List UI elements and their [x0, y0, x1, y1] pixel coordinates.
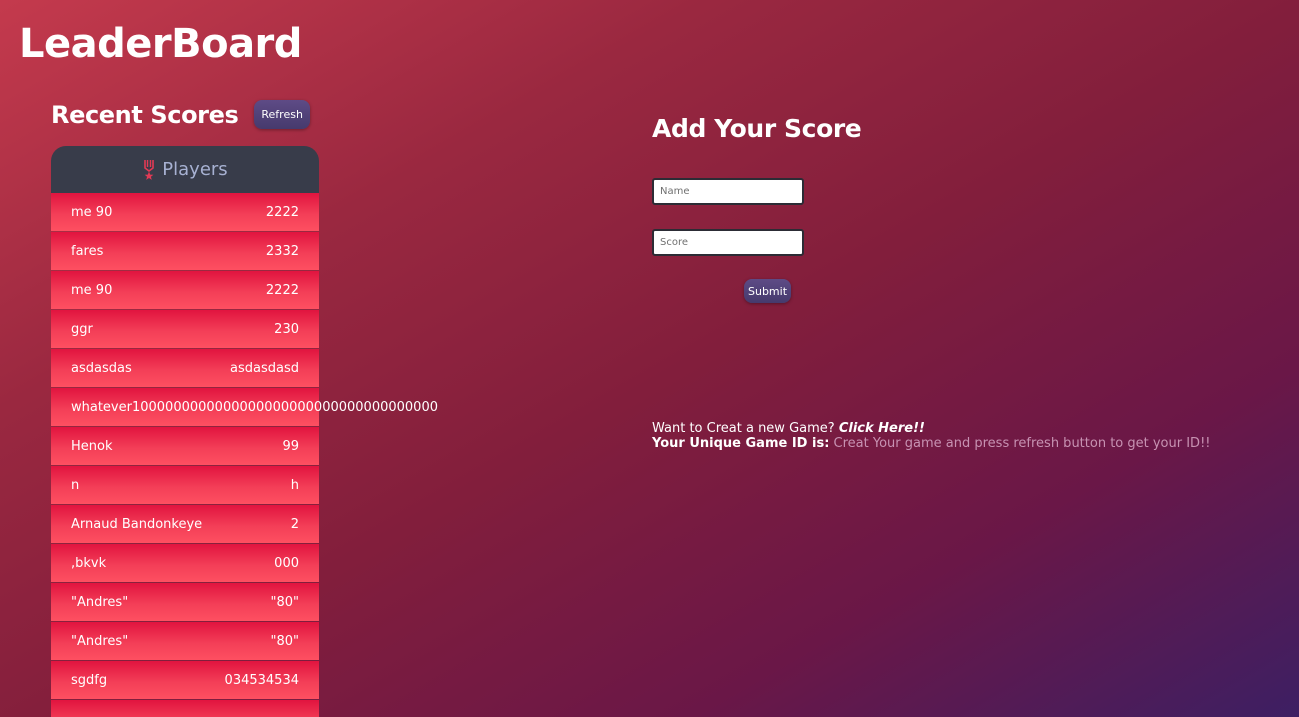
score-row: "Andres" "80": [51, 622, 319, 660]
new-game-text: Want to Creat a new Game?: [652, 421, 835, 436]
player-name: ,bkvk: [71, 555, 107, 571]
score-row: fares 2332: [51, 232, 319, 270]
name-input[interactable]: [652, 178, 804, 205]
player-score: 2: [290, 516, 299, 532]
player-name: ggr: [71, 321, 93, 337]
player-score: 2332: [265, 243, 299, 259]
player-score: asdasdasd: [230, 360, 299, 376]
game-id-line: Your Unique Game ID is: Creat Your game …: [652, 436, 1211, 451]
medal-icon: [144, 159, 155, 180]
score-rows: me 90 2222 fares 2332 me 90 2222 ggr 230 asdasda…: [51, 193, 438, 717]
player-score: 2222: [265, 204, 299, 220]
new-game-link[interactable]: Click Here!!: [839, 421, 925, 436]
score-row: asdasdas asdasdasd: [51, 349, 319, 387]
player-name: whatever10000000000000000000000000000000…: [71, 399, 438, 415]
score-input[interactable]: [652, 229, 804, 256]
score-row: ,bkvk 000: [51, 544, 319, 582]
player-name: "Andres": [71, 594, 129, 610]
player-score: 2222: [265, 282, 299, 298]
page-title: LeaderBoard: [19, 21, 302, 67]
players-table: Players me 90 2222 fares 2332 me 90 2222 ggr 23…: [51, 146, 438, 717]
new-game-line: Want to Creat a new Game? Click Here!!: [652, 421, 1211, 436]
score-row: "Andres" "80": [51, 583, 319, 621]
player-score: 230: [274, 321, 299, 337]
score-row: Arnaud Bandonkeye 2: [51, 505, 319, 543]
recent-scores-header: Recent Scores Refresh: [51, 100, 310, 129]
player-name: fares: [71, 243, 104, 259]
score-row: whatever10000000000000000000000000000000…: [51, 388, 438, 426]
player-name: asdasdas: [71, 360, 132, 376]
player-score: 99: [282, 438, 299, 454]
player-score: 000: [274, 555, 299, 571]
game-info: Want to Creat a new Game? Click Here!! Y…: [652, 421, 1211, 451]
submit-button[interactable]: Submit: [744, 279, 792, 303]
player-name: sgdfg: [71, 672, 108, 688]
game-id-value: Creat Your game and press refresh button…: [833, 436, 1211, 451]
player-name: n: [71, 477, 80, 493]
score-row: [51, 700, 319, 717]
score-row: Henok 99: [51, 427, 319, 465]
score-row: me 90 2222: [51, 193, 319, 231]
add-score-heading: Add Your Score: [652, 114, 862, 143]
player-score: "80": [270, 633, 299, 649]
recent-scores-heading: Recent Scores: [51, 100, 239, 129]
player-score: 034534534: [224, 672, 299, 688]
player-name: me 90: [71, 204, 113, 220]
score-row: sgdfg 034534534: [51, 661, 319, 699]
player-name: me 90: [71, 282, 113, 298]
player-name: "Andres": [71, 633, 129, 649]
player-name: Arnaud Bandonkeye: [71, 516, 203, 532]
player-score: h: [290, 477, 299, 493]
score-row: ggr 230: [51, 310, 319, 348]
player-name: Henok: [71, 438, 113, 454]
game-id-label: Your Unique Game ID is:: [652, 436, 830, 451]
score-row: nh: [51, 466, 319, 504]
player-score: "80": [270, 594, 299, 610]
players-table-header: Players: [51, 146, 319, 193]
players-header-label: Players: [162, 159, 228, 180]
refresh-button[interactable]: Refresh: [254, 100, 310, 129]
score-row: me 90 2222: [51, 271, 319, 309]
